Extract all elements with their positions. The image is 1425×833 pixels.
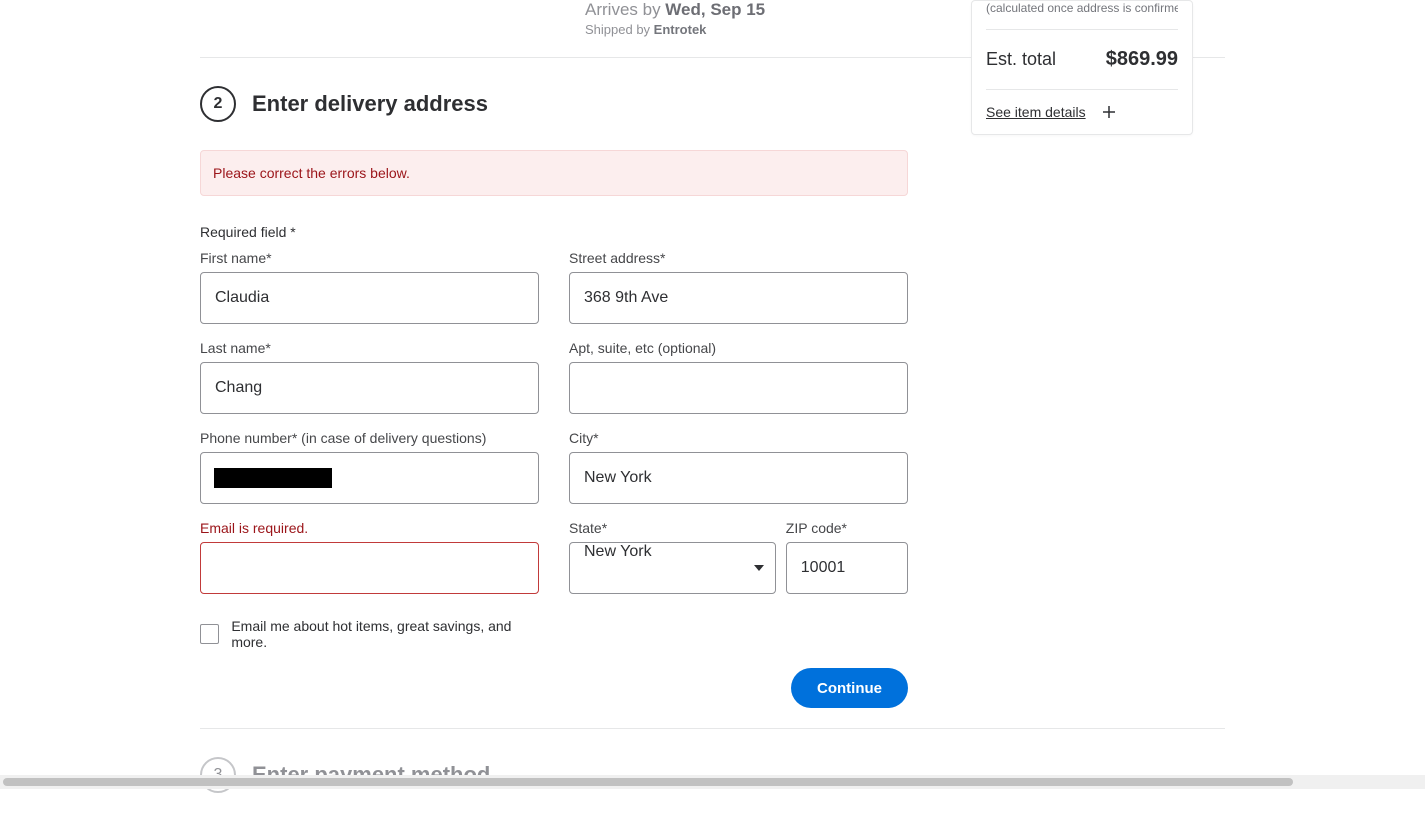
scrollbar-thumb[interactable]: [3, 778, 1293, 786]
state-select[interactable]: New York: [569, 542, 776, 594]
see-item-details-toggle[interactable]: See item details: [986, 90, 1178, 120]
arrives-prefix: Arrives by: [585, 0, 665, 19]
city-label: City*: [569, 430, 908, 446]
order-summary-card: (calculated once address is confirmed) E…: [971, 0, 1193, 135]
email-opt-in-row: Email me about hot items, great savings,…: [200, 618, 539, 650]
form-left-column: First name* Last name* Phone number* (in…: [200, 250, 539, 650]
est-total-value: $869.99: [1106, 48, 1178, 71]
last-name-label: Last name*: [200, 340, 539, 356]
est-total-label: Est. total: [986, 49, 1056, 70]
first-name-label: First name*: [200, 250, 539, 266]
city-input[interactable]: [569, 452, 908, 504]
summary-hint: (calculated once address is confirmed): [986, 1, 1178, 30]
email-error-label: Email is required.: [200, 520, 539, 536]
phone-label: Phone number* (in case of delivery quest…: [200, 430, 539, 446]
first-name-input[interactable]: [200, 272, 539, 324]
last-name-input[interactable]: [200, 362, 539, 414]
email-input[interactable]: [200, 542, 539, 594]
zip-label: ZIP code*: [786, 520, 908, 536]
summary-total-row: Est. total $869.99: [986, 30, 1178, 90]
shipped-prefix: Shipped by: [585, 22, 654, 37]
required-field-note: Required field *: [200, 224, 908, 240]
apt-input[interactable]: [569, 362, 908, 414]
continue-button[interactable]: Continue: [791, 668, 908, 708]
apt-label: Apt, suite, etc (optional): [569, 340, 908, 356]
step-2-section: 2 Enter delivery address Please correct …: [200, 58, 1225, 728]
step-2-number: 2: [200, 86, 236, 122]
form-error-banner: Please correct the errors below.: [200, 150, 908, 196]
phone-redacted-bar: [214, 468, 332, 488]
delivery-address-form: Please correct the errors below. Require…: [200, 150, 908, 708]
shipped-vendor: Entrotek: [654, 22, 707, 37]
arrives-date: Wed, Sep 15: [665, 0, 765, 19]
state-label: State*: [569, 520, 776, 536]
form-right-column: Street address* Apt, suite, etc (optiona…: [569, 250, 908, 650]
see-item-details-label: See item details: [986, 104, 1086, 120]
email-opt-in-checkbox[interactable]: [200, 624, 219, 644]
horizontal-scrollbar[interactable]: [0, 775, 1425, 789]
plus-icon: [1102, 105, 1116, 119]
step-2-title: Enter delivery address: [252, 91, 488, 117]
street-label: Street address*: [569, 250, 908, 266]
zip-input[interactable]: [786, 542, 908, 594]
street-input[interactable]: [569, 272, 908, 324]
email-opt-in-label: Email me about hot items, great savings,…: [231, 618, 539, 650]
